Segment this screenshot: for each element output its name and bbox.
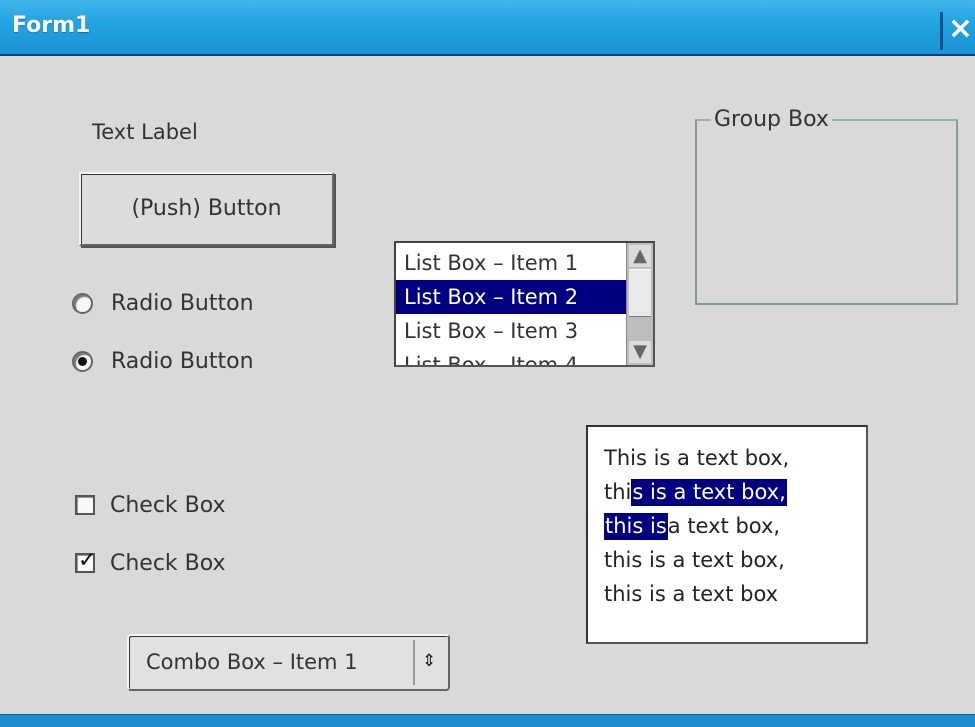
radio-selected-icon[interactable] [72, 350, 93, 372]
text-box[interactable]: This is a text box, this is a text box, … [586, 425, 868, 644]
scroll-thumb[interactable] [629, 269, 651, 317]
radio-button-2[interactable]: Radio Button [72, 344, 292, 378]
check-mark-icon: ✓ [78, 548, 97, 573]
window-bottom-border [0, 714, 975, 727]
radio-button-1[interactable]: Radio Button [72, 286, 292, 320]
text-segment: this is a text box [604, 582, 779, 606]
text-box-line-2: this is a text box, [604, 479, 787, 506]
list-item-selected[interactable]: List Box – Item 2 [396, 280, 627, 314]
list-item[interactable]: List Box – Item 1 [396, 246, 627, 280]
window-titlebar[interactable]: Form1 × [0, 0, 975, 56]
updown-arrow-icon[interactable]: ⇕ [413, 640, 443, 685]
push-button[interactable]: (Push) Button [79, 172, 334, 246]
close-icon[interactable]: × [940, 12, 975, 50]
combo-box[interactable]: Combo Box – Item 1 ⇕ [127, 634, 450, 691]
list-box[interactable]: List Box – Item 1 List Box – Item 2 List… [394, 241, 655, 367]
text-box-line-4: this is a text box, [604, 548, 785, 572]
text-box-line-3: this isa text box, [604, 513, 781, 540]
group-box: Group Box [695, 107, 958, 305]
radio-button-label: Radio Button [111, 290, 254, 316]
text-label: Text Label [92, 120, 198, 144]
text-segment: thi [604, 480, 632, 504]
check-box-2[interactable]: ✓ Check Box [75, 546, 295, 580]
checkbox-empty-icon[interactable] [75, 495, 95, 515]
radio-dot-icon [78, 356, 87, 366]
list-box-items: List Box – Item 1 List Box – Item 2 List… [396, 246, 627, 365]
text-segment: a text box, [667, 514, 781, 538]
combo-box-selected-value: Combo Box – Item 1 [146, 650, 358, 674]
checkbox-checked-icon[interactable]: ✓ [75, 549, 96, 573]
check-box-label: Check Box [110, 550, 226, 576]
group-box-title: Group Box [711, 107, 832, 132]
list-item[interactable]: List Box – Item 4 [396, 348, 627, 365]
radio-button-label: Radio Button [111, 348, 254, 374]
list-item[interactable]: List Box – Item 3 [396, 314, 627, 348]
text-box-line-5: this is a text box [604, 582, 778, 606]
radio-circle-icon[interactable] [72, 292, 93, 314]
selected-text-segment: this is [604, 513, 668, 540]
text-segment: this is a text box, [604, 548, 785, 572]
selected-text-segment: s is a text box, [631, 479, 787, 506]
scroll-down-icon[interactable]: ▼ [629, 341, 651, 363]
check-box-label: Check Box [110, 492, 226, 518]
check-box-1[interactable]: Check Box [75, 488, 295, 522]
scroll-up-icon[interactable]: ▲ [629, 245, 651, 267]
list-box-scrollbar[interactable]: ▲ ▼ [626, 243, 653, 365]
text-box-line-1: This is a text box, [604, 446, 789, 470]
window-title: Form1 [12, 13, 91, 38]
text-segment: This is a text box, [604, 446, 790, 470]
